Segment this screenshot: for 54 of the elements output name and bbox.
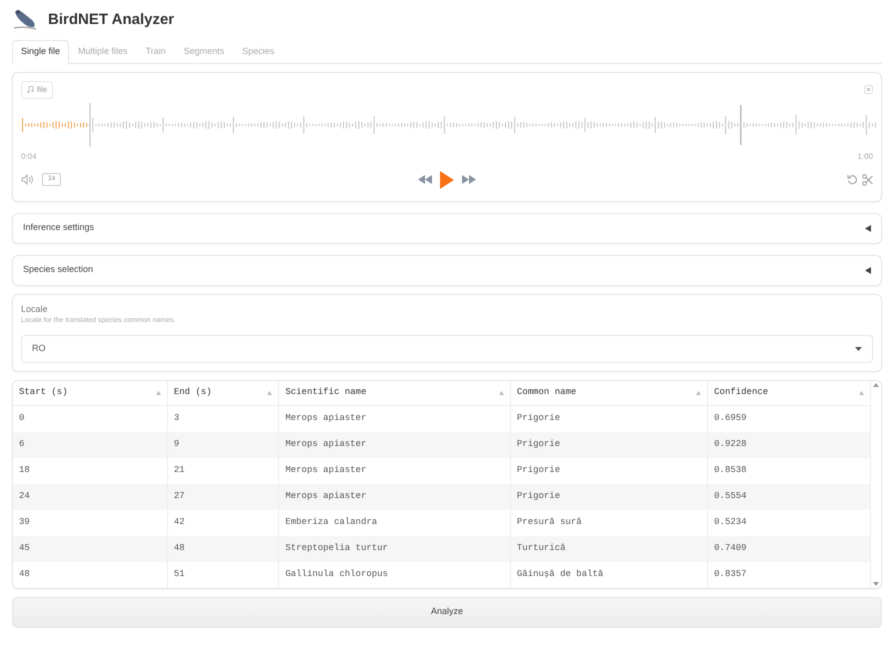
sort-icon[interactable]	[267, 390, 272, 395]
caret-icon	[865, 224, 871, 232]
table-cell: 45	[13, 536, 168, 562]
music-note-icon	[27, 86, 34, 93]
table-cell: Merops apiaster	[278, 484, 510, 510]
sort-icon[interactable]	[156, 390, 161, 395]
duration: 1:00	[857, 150, 873, 162]
table-cell: 0.8357	[708, 562, 871, 588]
column-header[interactable]: Confidence	[714, 386, 768, 400]
analyze-button[interactable]: Analyze	[12, 596, 882, 628]
caret-icon	[865, 266, 871, 274]
table-cell: Găinușă de baltă	[510, 562, 708, 588]
sort-icon[interactable]	[498, 390, 504, 395]
scroll-up-icon[interactable]	[873, 382, 880, 386]
table-cell: Merops apiaster	[278, 432, 510, 458]
scissors-icon[interactable]	[862, 174, 873, 186]
column-header[interactable]: End (s)	[174, 386, 212, 400]
caret-icon	[855, 346, 862, 350]
table-cell: Prigorie	[510, 484, 708, 510]
column-header[interactable]: Start (s)	[19, 386, 68, 400]
table-cell: Prigorie	[510, 432, 708, 458]
scrollbar[interactable]	[871, 380, 881, 588]
app-title: BirdNET Analyzer	[48, 10, 174, 30]
volume-icon[interactable]	[21, 174, 34, 185]
table-cell: 27	[167, 484, 279, 510]
table-cell: 24	[13, 484, 168, 510]
sort-icon[interactable]	[859, 390, 864, 395]
accordion-header[interactable]: Inference settings	[12, 212, 882, 244]
column-header[interactable]: Common name	[516, 386, 576, 400]
table-cell: 0.7409	[708, 536, 871, 562]
table-cell: 51	[167, 562, 279, 588]
column-header[interactable]: Scientific name	[285, 386, 366, 400]
file-label: file	[21, 80, 54, 98]
undo-icon[interactable]	[847, 174, 858, 185]
waveform-drawing[interactable]	[21, 102, 877, 146]
table-cell: 6	[13, 432, 168, 458]
table-cell: 48	[167, 536, 279, 562]
locale-label: Locale	[21, 302, 49, 316]
current-time: 0:04	[21, 150, 37, 162]
tab[interactable]: Single file	[12, 40, 70, 64]
play-icon[interactable]	[440, 170, 454, 188]
table-cell: 0.9228	[708, 432, 871, 458]
table-cell: Turturică	[510, 536, 708, 562]
table-cell: 0.5554	[708, 484, 871, 510]
rewind-icon[interactable]	[418, 175, 432, 184]
sort-icon[interactable]	[696, 390, 702, 395]
fast-forward-icon[interactable]	[462, 175, 476, 184]
locale-dropdown[interactable]: RO	[21, 334, 873, 362]
accordion-header[interactable]: Species selection	[12, 254, 882, 286]
scroll-down-icon[interactable]	[873, 582, 880, 586]
table-cell: Gallinula chloropus	[278, 562, 510, 588]
table-cell: Streptopelia turtur	[278, 536, 510, 562]
table-cell: 48	[13, 562, 168, 588]
table-cell: 9	[167, 432, 279, 458]
